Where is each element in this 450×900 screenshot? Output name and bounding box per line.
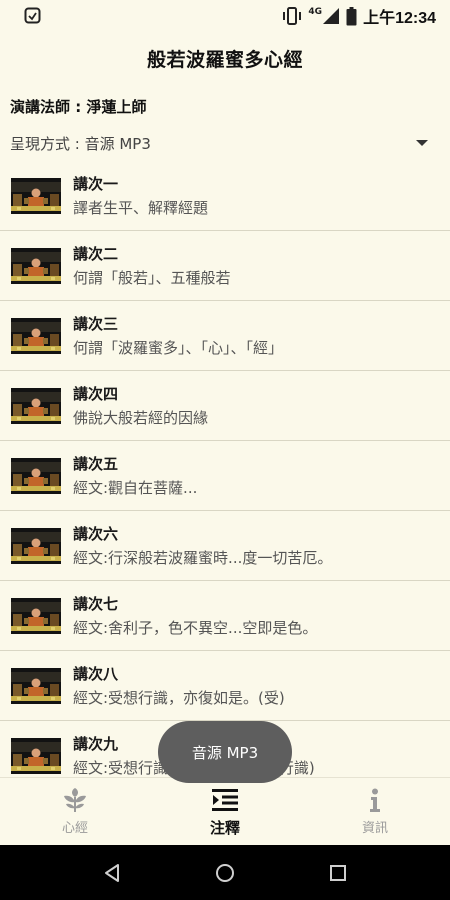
lecture-description: 佛說大般若經的因緣 [73,409,209,427]
lecture-thumbnail [11,248,61,284]
status-time: 上午12:34 [363,10,436,27]
lecture-list-item[interactable]: 講次三何謂「波羅蜜多」、「心」、「經」 [0,301,450,371]
lecture-list-item[interactable]: 講次二何謂「般若」、五種般若 [0,231,450,301]
battery-icon [346,6,357,25]
bottom-navigation: 心經 注釋 資訊 [0,777,450,845]
nav-item-info[interactable]: 資訊 [300,778,450,845]
lecture-description: 經文:舍利子，色不異空...空即是色。 [73,619,318,637]
lecture-title: 講次八 [73,665,119,683]
lecture-list-item[interactable]: 講次六經文:行深般若波羅蜜時...度一切苦厄。 [0,511,450,581]
nav-label: 資訊 [361,821,388,836]
lecture-thumbnail [11,388,61,424]
lecture-list[interactable]: 講次一譯者生平、解釋經題 講次二何謂「般若」、五種般若 講次三何謂「波羅蜜多」、「心… [0,161,450,777]
vibrate-icon [283,7,302,25]
toast-message: 音源 MP3 [158,721,292,783]
nav-label: 心經 [61,821,88,836]
lecturer-label: 演講法師 : 淨蓮上師 [10,98,147,116]
lecture-thumbnail [11,738,61,774]
status-bar: 4G 上午12:34 [0,0,450,33]
lecture-thumbnail [11,598,61,634]
lecture-title: 講次一 [73,175,119,193]
lecture-title: 講次九 [73,735,119,753]
info-icon [361,787,389,813]
lecture-list-item[interactable]: 講次一譯者生平、解釋經題 [0,161,450,231]
lecture-title: 講次五 [73,455,119,473]
format-dropdown[interactable]: 呈現方式 : 音源 MP3 [0,128,450,160]
leaf-icon [61,787,89,813]
lecture-description: 何謂「波羅蜜多」、「心」、「經」 [73,339,284,357]
lecture-thumbnail [11,318,61,354]
lecture-title: 講次七 [73,595,119,613]
lecture-list-item[interactable]: 講次七經文:舍利子，色不異空...空即是色。 [0,581,450,651]
dropdown-arrow-icon [416,140,428,146]
back-icon[interactable] [101,862,123,884]
lecture-thumbnail [11,178,61,214]
lecture-description: 經文:觀自在菩薩... [73,479,198,497]
lecture-title: 講次六 [73,525,119,543]
indent-list-icon [211,787,239,813]
network-type-label: 4G [308,7,323,17]
lecture-thumbnail [11,668,61,704]
lecture-title: 講次三 [73,315,119,333]
home-icon[interactable] [214,862,236,884]
format-dropdown-label: 呈現方式 : 音源 MP3 [10,135,151,153]
screenshot-notification-icon [24,7,41,24]
lecture-thumbnail [11,458,61,494]
lecture-thumbnail [11,528,61,564]
lecture-description: 何謂「般若」、五種般若 [73,269,231,287]
nav-label: 注釋 [209,819,240,837]
nav-item-heart-sutra[interactable]: 心經 [0,778,150,845]
signal-icon [323,8,340,24]
lecture-list-item[interactable]: 講次五經文:觀自在菩薩... [0,441,450,511]
lecture-description: 譯者生平、解釋經題 [73,199,209,217]
lecture-list-item[interactable]: 講次四佛說大般若經的因緣 [0,371,450,441]
lecture-list-item[interactable]: 講次八經文:受想行識，亦復如是。(受) [0,651,450,721]
lecture-title: 講次二 [73,245,119,263]
nav-item-annotation[interactable]: 注釋 [150,778,300,845]
lecture-description: 經文:行深般若波羅蜜時...度一切苦厄。 [73,549,333,567]
lecture-title: 講次四 [73,385,119,403]
lecture-description: 經文:受想行識，亦復如是。(受) [73,689,285,707]
recents-icon[interactable] [327,862,349,884]
system-navigation-bar [0,845,450,900]
page-title: 般若波羅蜜多心經 [146,48,303,71]
